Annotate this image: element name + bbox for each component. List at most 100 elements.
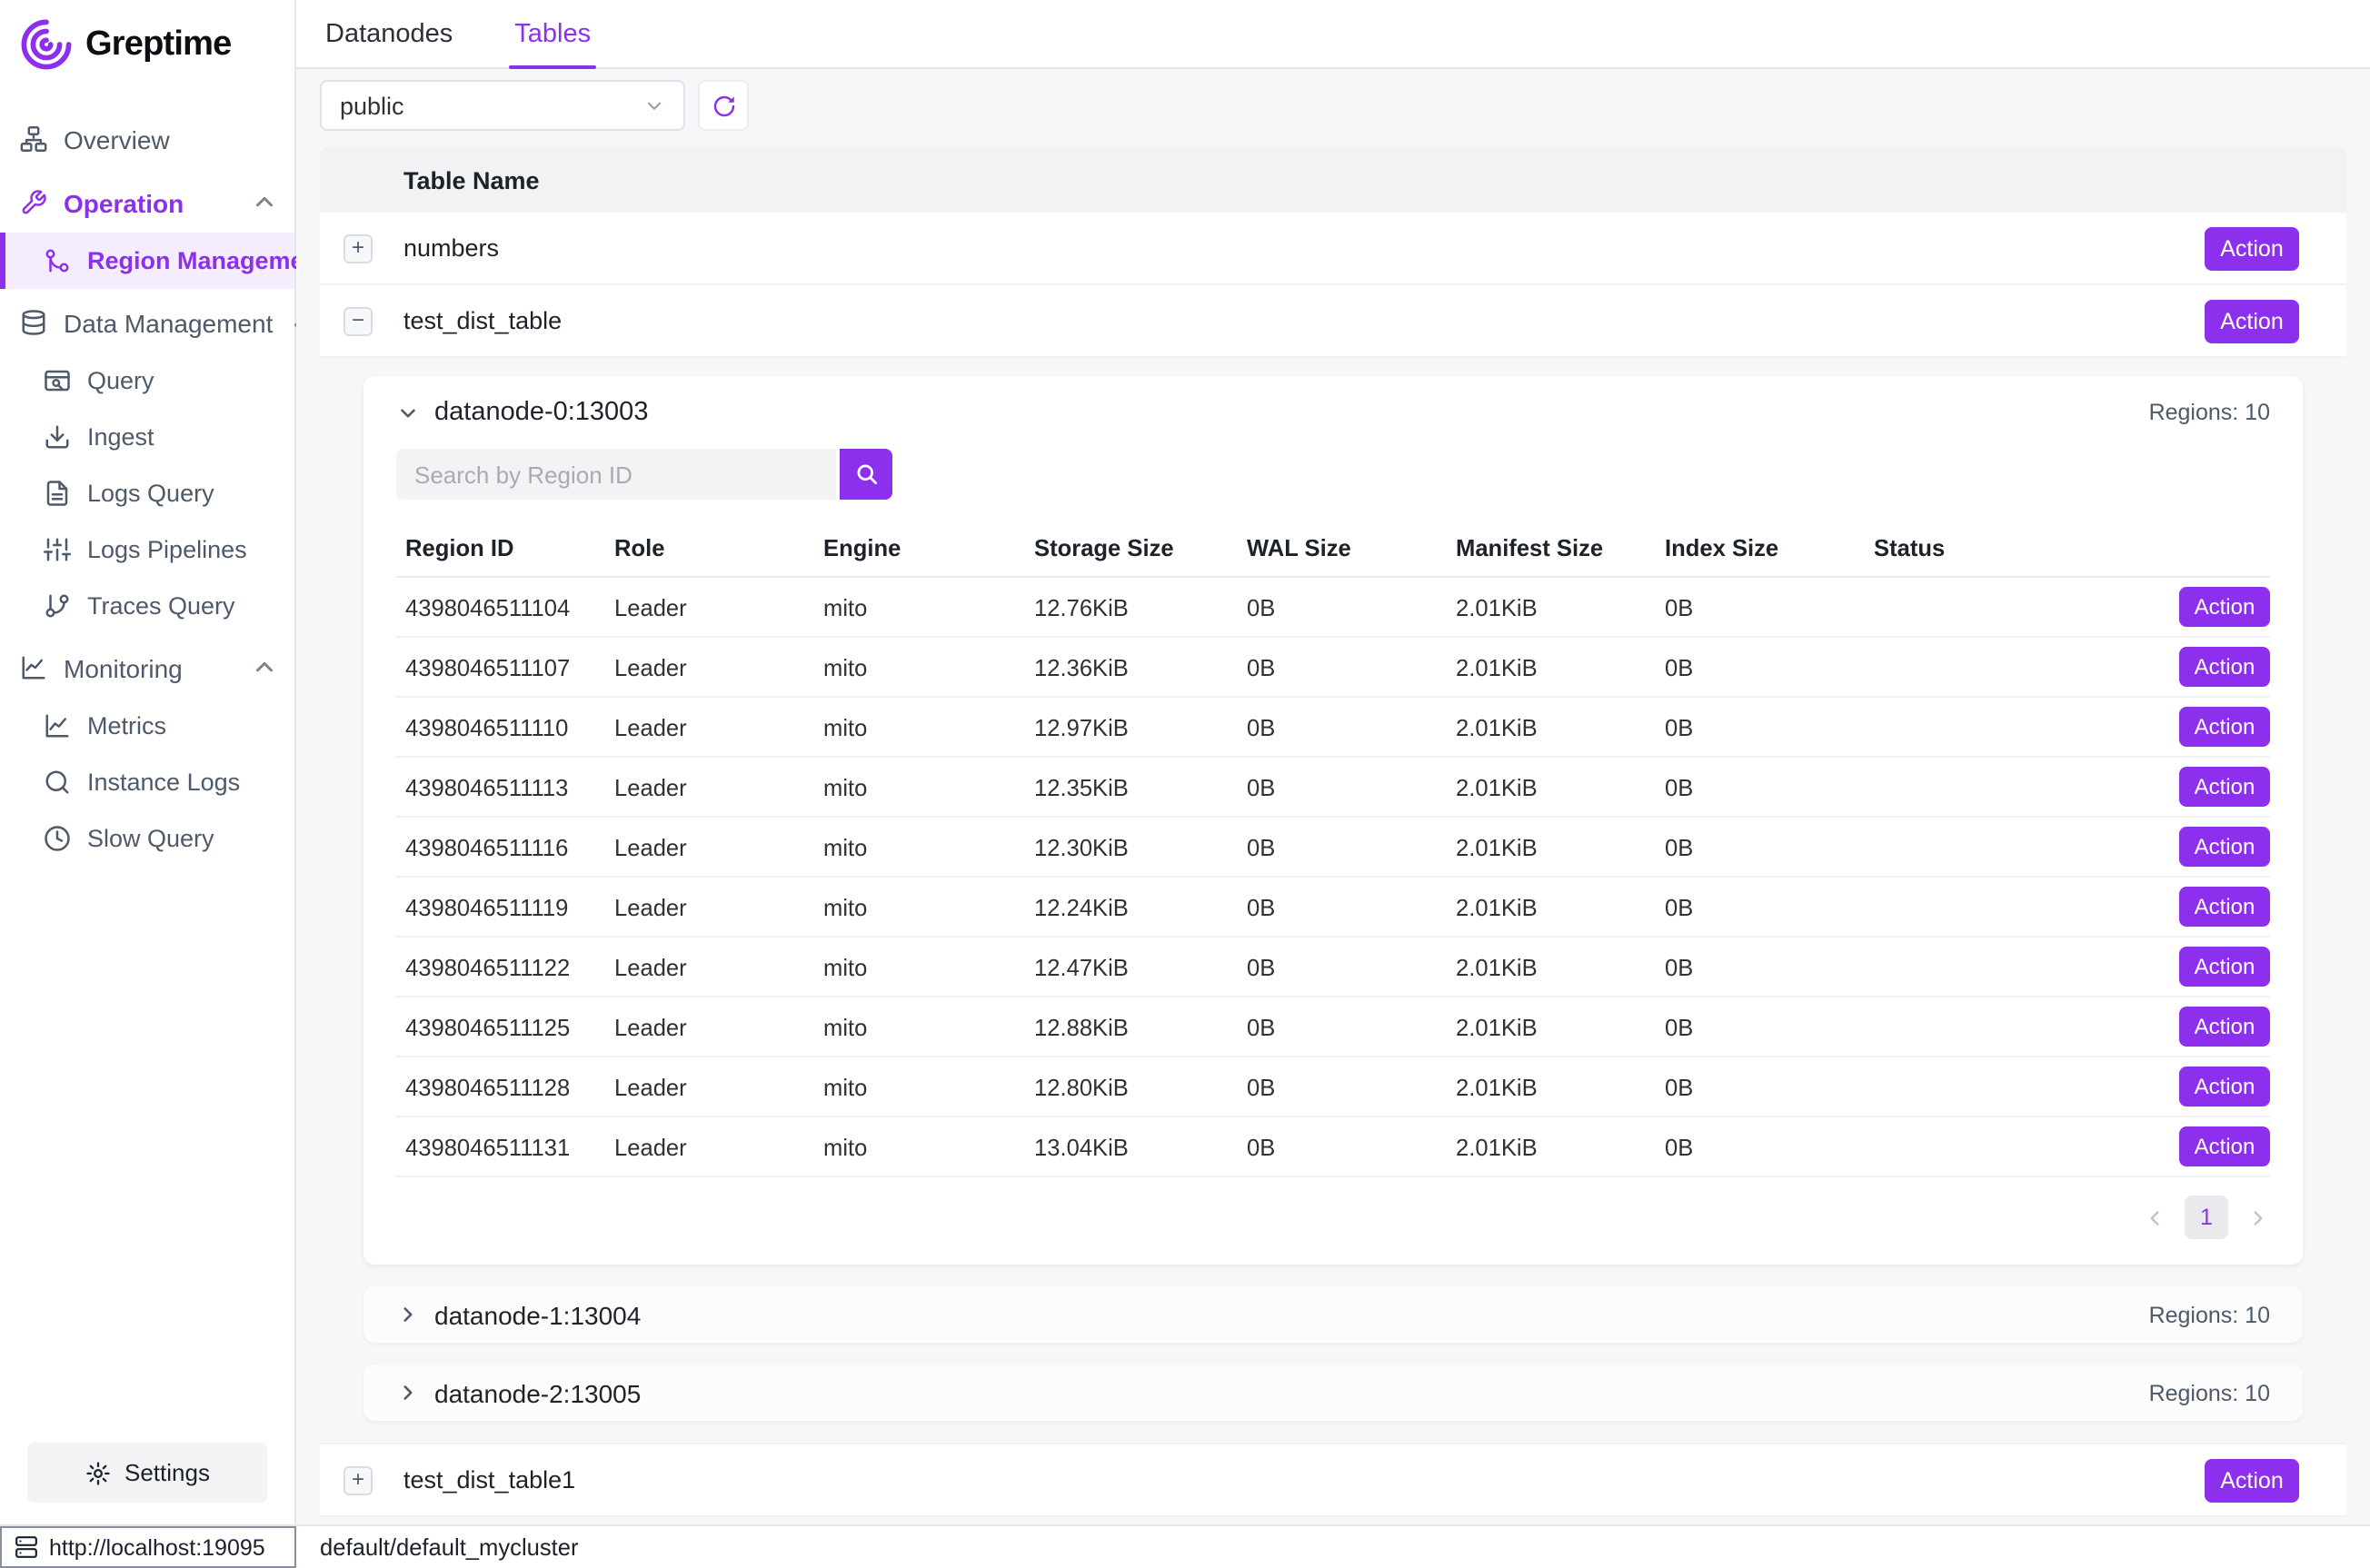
sidebar-item-label: Traces Query (87, 592, 235, 620)
column-header: Index Size (1665, 533, 1874, 561)
index-size-cell: 0B (1665, 653, 1874, 680)
region-search-input[interactable] (396, 449, 836, 500)
table-row-test-dist-table: − test_dist_table Action (320, 285, 2346, 358)
manifest-size-cell: 2.01KiB (1456, 773, 1665, 800)
git-branch-icon (44, 592, 71, 620)
expand-icon[interactable]: + (344, 233, 373, 263)
manifest-size-cell: 2.01KiB (1456, 833, 1665, 860)
manifest-size-cell: 2.01KiB (1456, 1133, 1665, 1160)
region-id-cell: 4398046511116 (405, 833, 614, 860)
settings-label: Settings (124, 1459, 210, 1486)
storage-size-cell: 12.47KiB (1034, 953, 1247, 980)
tab-tables[interactable]: Tables (509, 0, 596, 67)
region-action-button[interactable]: Action (2179, 767, 2270, 807)
chevron-down-icon (396, 401, 420, 424)
engine-cell: mito (823, 1133, 1034, 1160)
tab-datanodes[interactable]: Datanodes (320, 0, 458, 67)
collapse-icon[interactable]: − (344, 306, 373, 335)
schema-select[interactable]: public (320, 80, 685, 131)
sidebar-item-label: Query (87, 367, 154, 394)
chevron-up-icon (251, 189, 278, 216)
sidebar-item-ingest[interactable]: Ingest (0, 409, 294, 465)
sidebar-item-operation[interactable]: Operation (0, 173, 294, 233)
table-action-button[interactable]: Action (2205, 1458, 2299, 1502)
chevron-right-icon (2246, 1206, 2270, 1229)
region-action-button[interactable]: Action (2179, 587, 2270, 627)
sidebar-item-slow-query[interactable]: Slow Query (0, 810, 294, 867)
table-name: test_dist_table1 (403, 1466, 575, 1494)
datanode-2-header[interactable]: datanode-2:13005 Regions: 10 (363, 1365, 2303, 1421)
main-content: Datanodes Tables public (296, 0, 2370, 1524)
sidebar-item-metrics[interactable]: Metrics (0, 698, 294, 754)
wal-size-cell: 0B (1247, 893, 1456, 920)
gear-icon (85, 1460, 110, 1485)
manifest-size-cell: 2.01KiB (1456, 593, 1665, 620)
datanode-name: datanode-2:13005 (434, 1378, 641, 1407)
region-table-row: 4398046511122 Leader mito 12.47KiB 0B 2.… (396, 938, 2270, 997)
wal-size-cell: 0B (1247, 1133, 1456, 1160)
role-cell: Leader (614, 773, 823, 800)
region-action-button[interactable]: Action (2179, 1126, 2270, 1166)
chevron-down-icon (643, 94, 665, 116)
pagination-prev-button[interactable] (2143, 1206, 2166, 1229)
datanode-1-header[interactable]: datanode-1:13004 Regions: 10 (363, 1286, 2303, 1343)
host-url: http://localhost:19095 (49, 1534, 265, 1560)
region-action-button[interactable]: Action (2179, 1007, 2270, 1047)
region-id-cell: 4398046511104 (405, 593, 614, 620)
sidebar-item-query[interactable]: Query (0, 352, 294, 409)
toolbar: public (320, 80, 2346, 131)
sidebar-item-overview[interactable]: Overview (0, 109, 294, 169)
datanode-0-panel: datanode-0:13003 Regions: 10 (363, 376, 2303, 1265)
git-merge-icon (44, 247, 71, 274)
refresh-button[interactable] (698, 80, 749, 131)
sidebar-item-label: Logs Query (87, 480, 214, 507)
region-action-button[interactable]: Action (2179, 947, 2270, 987)
storage-size-cell: 12.88KiB (1034, 1013, 1247, 1040)
region-action-button[interactable]: Action (2179, 827, 2270, 867)
search-icon (853, 461, 879, 487)
manifest-size-cell: 2.01KiB (1456, 713, 1665, 740)
pagination-page-1[interactable]: 1 (2185, 1196, 2228, 1239)
sidebar-item-logs-query[interactable]: Logs Query (0, 465, 294, 521)
column-header: WAL Size (1247, 533, 1456, 561)
sidebar-item-label: Data Management (64, 308, 273, 337)
sidebar-item-data-management[interactable]: Data Management (0, 293, 294, 352)
region-table-row: 4398046511116 Leader mito 12.30KiB 0B 2.… (396, 818, 2270, 878)
column-header: Region ID (405, 533, 614, 561)
region-search-button[interactable] (840, 449, 892, 500)
expand-icon[interactable]: + (344, 1465, 373, 1494)
wal-size-cell: 0B (1247, 953, 1456, 980)
chevron-up-icon (251, 654, 278, 681)
host-selector[interactable]: http://localhost:19095 (0, 1526, 296, 1568)
action-cell: Action (2179, 1126, 2270, 1166)
table-action-button[interactable]: Action (2205, 299, 2299, 342)
storage-size-cell: 12.97KiB (1034, 713, 1247, 740)
query-window-icon (44, 367, 71, 394)
brand-logo[interactable]: Greptime (0, 0, 294, 80)
role-cell: Leader (614, 833, 823, 860)
sidebar: Greptime Overview (0, 0, 296, 1524)
datanode-0-header[interactable]: datanode-0:13003 Regions: 10 (396, 398, 2270, 427)
region-action-button[interactable]: Action (2179, 647, 2270, 687)
tables-table-header: Table Name (320, 147, 2346, 213)
region-id-cell: 4398046511119 (405, 893, 614, 920)
sidebar-item-logs-pipelines[interactable]: Logs Pipelines (0, 521, 294, 578)
region-action-button[interactable]: Action (2179, 887, 2270, 927)
expanded-zone: datanode-0:13003 Regions: 10 (320, 358, 2346, 1444)
pagination-next-button[interactable] (2246, 1206, 2270, 1229)
role-cell: Leader (614, 1073, 823, 1100)
regions-count: Regions: 10 (2149, 1380, 2270, 1405)
sidebar-item-monitoring[interactable]: Monitoring (0, 638, 294, 698)
trend-chart-icon (20, 654, 47, 681)
region-action-button[interactable]: Action (2179, 707, 2270, 747)
database-icon (20, 309, 47, 336)
sidebar-item-instance-logs[interactable]: Instance Logs (0, 754, 294, 810)
sidebar-item-traces-query[interactable]: Traces Query (0, 578, 294, 634)
tables-page: public Tabl (296, 69, 2370, 1524)
region-table-header-row: Region ID Role Engine Storage Size WAL S… (396, 518, 2270, 578)
sidebar-item-region-management[interactable]: Region Management (0, 233, 294, 289)
role-cell: Leader (614, 713, 823, 740)
region-action-button[interactable]: Action (2179, 1067, 2270, 1107)
table-action-button[interactable]: Action (2205, 226, 2299, 270)
settings-button[interactable]: Settings (27, 1443, 267, 1503)
